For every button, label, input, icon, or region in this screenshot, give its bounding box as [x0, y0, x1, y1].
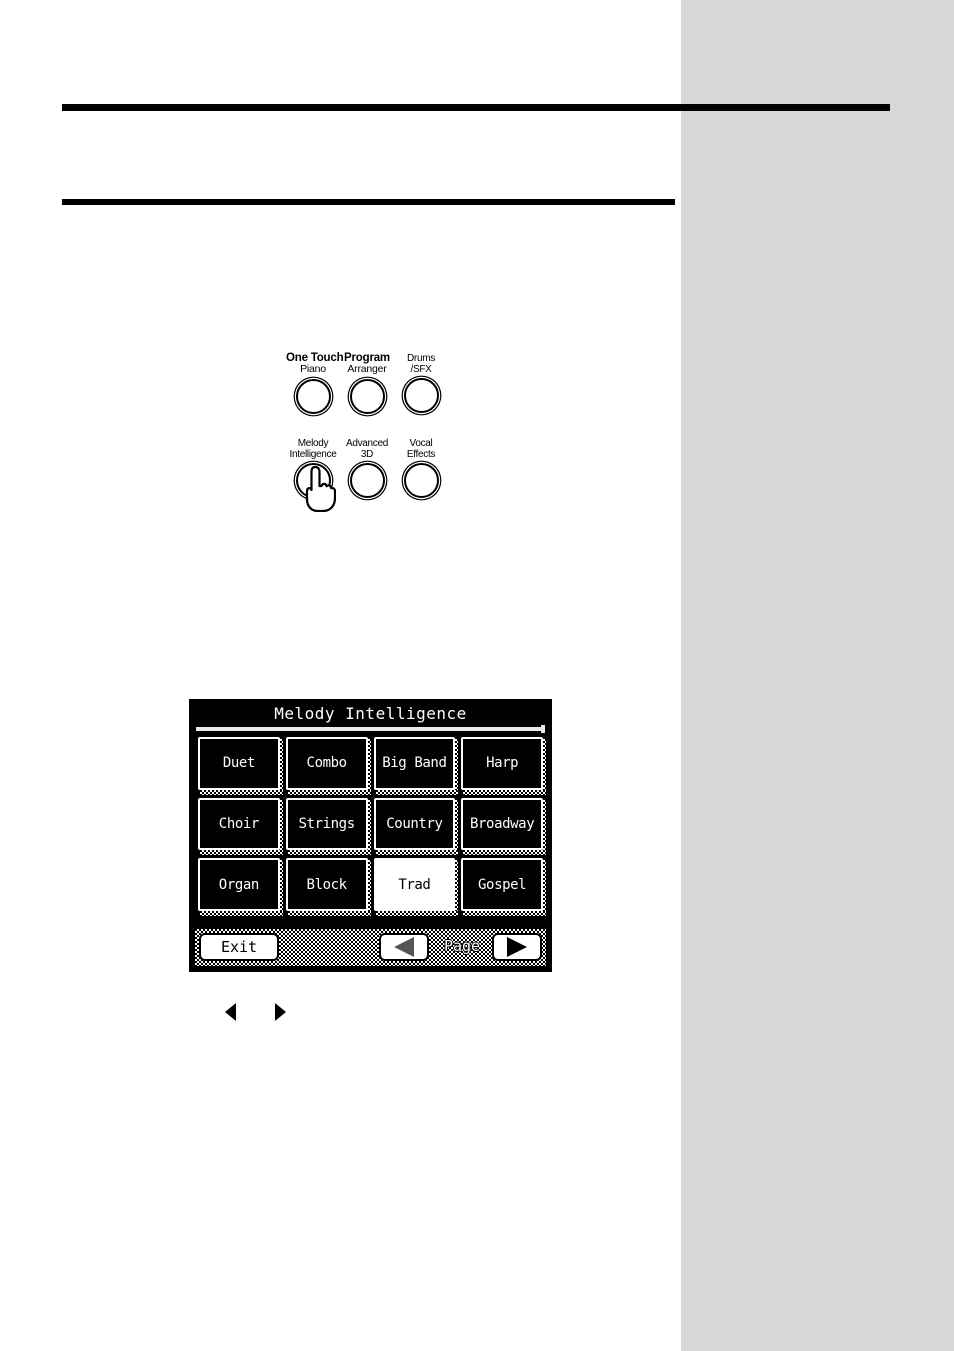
lcd-option-cell: Strings: [283, 795, 371, 856]
lcd-title: Melody Intelligence: [274, 704, 467, 723]
panel-label-effects: Effects: [406, 449, 436, 460]
button-shadow-bottom: [463, 911, 546, 916]
lcd-option-cell: Broadway: [458, 795, 546, 856]
button-shadow-bottom: [375, 911, 459, 916]
panel-button-melody-intelligence[interactable]: Melody Intelligence: [286, 438, 340, 512]
section-rule: [62, 199, 675, 205]
caption-arrows: [225, 1003, 305, 1027]
lcd-option-cell: Organ: [195, 855, 283, 916]
triangle-left-icon: [394, 937, 414, 957]
panel-button-piano[interactable]: One Touch Piano: [286, 352, 344, 414]
panel-button-drums-sfx[interactable]: Drums /SFX: [394, 352, 448, 413]
lcd-option-cell: Block: [283, 855, 371, 916]
caption-triangle-right-icon: [275, 1003, 286, 1021]
caption-triangle-left-icon: [225, 1003, 236, 1021]
lcd-screen: Melody Intelligence Duet Combo Big Band Har…: [189, 699, 552, 972]
panel-label-3d: 3D: [360, 449, 374, 460]
panel-label-piano: Piano: [300, 363, 326, 375]
panel-label-drums: Drums: [407, 353, 435, 364]
control-panel-illustration: One Touch Piano Program Arranger Drums /…: [286, 352, 458, 524]
lcd-option-button[interactable]: Trad: [373, 858, 456, 911]
panel-label-advanced: Advanced: [345, 438, 389, 449]
panel-button-arranger[interactable]: Program Arranger: [340, 352, 394, 414]
lcd-option-cell: Gospel: [458, 855, 546, 916]
panel-label-arranger: Arranger: [347, 363, 387, 375]
lcd-option-cell: Big Band: [371, 734, 459, 795]
lcd-option-button[interactable]: Choir: [198, 797, 280, 851]
button-shadow-bottom: [287, 911, 371, 916]
lcd-option-cell: Trad: [371, 855, 459, 916]
lcd-title-underline: [196, 727, 545, 731]
panel-label-intelligence: Intelligence: [289, 449, 337, 460]
knob-icon-advanced-3d[interactable]: [349, 463, 385, 498]
panel-button-vocal-effects[interactable]: Vocal Effects: [394, 438, 448, 498]
lcd-option-cell: Duet: [195, 734, 283, 795]
lcd-title-endcap: [541, 725, 545, 733]
panel-row-top: One Touch Piano Program Arranger Drums /…: [286, 352, 458, 432]
panel-row-bottom: Melody Intelligence Advanced 3D Vocal Ef…: [286, 438, 458, 518]
right-sidebar: [681, 0, 954, 1351]
lcd-option-button[interactable]: Strings: [285, 797, 368, 851]
lcd-option-button[interactable]: Block: [285, 858, 368, 911]
triangle-right-icon: [507, 937, 527, 957]
header-rule: [62, 104, 890, 111]
lcd-option-button[interactable]: Combo: [285, 737, 368, 790]
button-shadow-bottom: [200, 911, 283, 916]
panel-label-melody: Melody: [297, 438, 329, 449]
knob-icon-drums-sfx[interactable]: [403, 378, 439, 413]
panel-label-sfx: /SFX: [410, 364, 432, 375]
lcd-option-button[interactable]: Duet: [198, 737, 280, 790]
lcd-option-grid: Duet Combo Big Band Harp Choir Strings Country…: [195, 734, 546, 916]
lcd-bottom-bar: Exit Page: [195, 929, 546, 966]
lcd-option-cell: Harp: [458, 734, 546, 795]
panel-button-advanced-3d[interactable]: Advanced 3D: [340, 438, 394, 498]
page-root: One Touch Piano Program Arranger Drums /…: [0, 0, 954, 1351]
lcd-option-cell: Country: [371, 795, 459, 856]
lcd-option-cell: Combo: [283, 734, 371, 795]
page-next-button[interactable]: [492, 933, 542, 961]
exit-button[interactable]: Exit: [199, 933, 279, 961]
lcd-option-button[interactable]: Gospel: [461, 858, 543, 911]
panel-label-vocal: Vocal: [409, 438, 433, 449]
knob-icon-melody-intelligence[interactable]: [295, 463, 331, 498]
lcd-option-button[interactable]: Organ: [198, 858, 280, 911]
lcd-option-button[interactable]: Country: [373, 797, 456, 851]
page-label: Page: [443, 937, 481, 955]
lcd-option-button[interactable]: Harp: [461, 737, 543, 790]
knob-icon-arranger[interactable]: [349, 378, 385, 414]
lcd-option-button[interactable]: Broadway: [461, 797, 543, 851]
knob-icon-vocal-effects[interactable]: [403, 463, 439, 498]
lcd-option-cell: Choir: [195, 795, 283, 856]
knob-icon-piano[interactable]: [295, 378, 331, 414]
page-prev-button[interactable]: [379, 933, 429, 961]
lcd-option-button[interactable]: Big Band: [373, 737, 456, 790]
